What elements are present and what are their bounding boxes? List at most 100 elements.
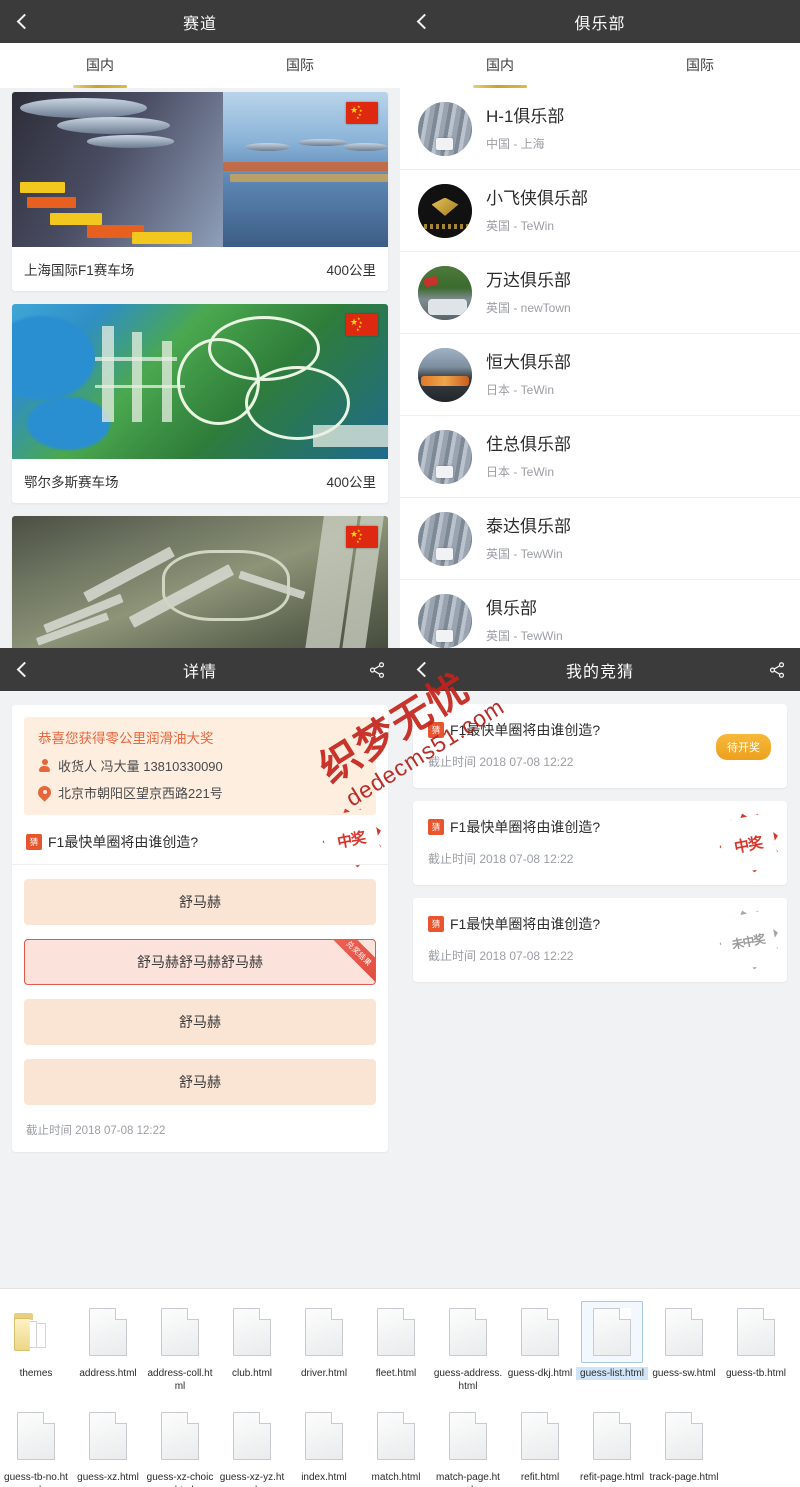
- deadline-text: 截止时间 2018 07-08 12:22: [26, 1125, 166, 1137]
- file-icon-wrap: [221, 1405, 283, 1467]
- file-icon-wrap: [5, 1405, 67, 1467]
- club-tabs: 国内 国际: [400, 43, 800, 88]
- file-item-match-page[interactable]: match-page.html: [432, 1399, 504, 1487]
- circuit-photo-aerial: [12, 516, 388, 648]
- club-navbar: 俱乐部: [400, 0, 800, 43]
- file-item-guess-address[interactable]: guess-address.html: [432, 1295, 504, 1393]
- file-item-guess-xz-choice[interactable]: guess-xz-choice.html: [144, 1399, 216, 1487]
- file-item-guess-list[interactable]: guess-list.html: [576, 1295, 648, 1393]
- document-icon: [449, 1308, 487, 1356]
- file-item-guess-xz[interactable]: guess-xz.html: [72, 1399, 144, 1487]
- track-card[interactable]: ★ ★ ★ ★ ★ 鄂尔多斯赛车场 400公里: [12, 304, 388, 503]
- lose-stamp: 未中奖: [717, 910, 779, 972]
- file-name: guess-xz-choice.html: [146, 1472, 214, 1487]
- option-button[interactable]: 舒马赫: [24, 999, 376, 1045]
- file-name: track-page.html: [649, 1472, 719, 1483]
- list-item[interactable]: 俱乐部 英国 - TewWin: [400, 580, 800, 648]
- track-card[interactable]: ★ ★ ★ ★ ★: [12, 516, 388, 648]
- detail-back-button[interactable]: [0, 648, 44, 691]
- file-item-refit[interactable]: refit.html: [504, 1399, 576, 1487]
- option-button[interactable]: 舒马赫: [24, 1059, 376, 1105]
- guess-back-button[interactable]: [400, 648, 444, 691]
- list-item[interactable]: 万达俱乐部 英国 - newTown: [400, 252, 800, 334]
- win-stamp-label: 中奖: [315, 803, 388, 876]
- option-label: 舒马赫: [179, 894, 221, 910]
- guess-card[interactable]: 猜 F1最快单圈将由谁创造? 截止时间 2018 07-08 12:22 未中奖: [413, 898, 787, 982]
- file-item-guess-dkj[interactable]: guess-dkj.html: [504, 1295, 576, 1393]
- guess-badge: 猜: [428, 819, 444, 835]
- prize-receiver: 收货人 冯大量 13810330090: [58, 759, 223, 774]
- tab-track-international[interactable]: 国际: [200, 43, 400, 88]
- guess-list[interactable]: 猜 F1最快单圈将由谁创造? 截止时间 2018 07-08 12:22 待开奖…: [400, 691, 800, 982]
- lose-stamp-label: 未中奖: [712, 905, 785, 978]
- document-icon: [665, 1412, 703, 1460]
- avatar: [418, 429, 472, 484]
- document-icon: [593, 1412, 631, 1460]
- document-icon: [305, 1308, 343, 1356]
- china-flag-icon: ★ ★ ★ ★ ★: [346, 102, 378, 124]
- option-button-selected[interactable]: 舒马赫舒马赫舒马赫 兑奖结果: [24, 939, 376, 985]
- tab-club-domestic[interactable]: 国内: [400, 43, 600, 88]
- tab-track-domestic[interactable]: 国内: [0, 43, 200, 88]
- file-item-guess-tb[interactable]: guess-tb.html: [720, 1295, 792, 1393]
- track-image: ★ ★ ★ ★ ★: [12, 92, 388, 247]
- file-item-address-coll[interactable]: address-coll.html: [144, 1295, 216, 1393]
- club-name: 恒大俱乐部: [486, 352, 571, 372]
- file-item-guess-xz-yz[interactable]: guess-xz-yz.html: [216, 1399, 288, 1487]
- document-icon: [161, 1412, 199, 1460]
- guess-page-title: 我的竞猜: [565, 663, 634, 681]
- tab-club-international[interactable]: 国际: [600, 43, 800, 88]
- file-item-club[interactable]: club.html: [216, 1295, 288, 1393]
- file-item-match[interactable]: match.html: [360, 1399, 432, 1487]
- file-icon-wrap: [293, 1405, 355, 1467]
- file-item-fleet[interactable]: fleet.html: [360, 1295, 432, 1393]
- file-item-guess-tb-no[interactable]: guess-tb-no.html: [0, 1399, 72, 1487]
- file-item-guess-sw[interactable]: guess-sw.html: [648, 1295, 720, 1393]
- file-icon-wrap: [437, 1405, 499, 1467]
- circuit-map-ordos: [12, 304, 388, 459]
- option-button[interactable]: 舒马赫: [24, 879, 376, 925]
- list-item[interactable]: 小飞侠俱乐部 英国 - TeWin: [400, 170, 800, 252]
- file-item-driver[interactable]: driver.html: [288, 1295, 360, 1393]
- track-navbar: 赛道: [0, 0, 400, 43]
- prize-receiver-row: 收货人 冯大量 13810330090: [38, 756, 362, 775]
- list-item[interactable]: H-1俱乐部 中国 - 上海: [400, 88, 800, 170]
- detail-share-button[interactable]: [354, 648, 400, 691]
- guess-card[interactable]: 猜 F1最快单圈将由谁创造? 截止时间 2018 07-08 12:22 中奖: [413, 801, 787, 885]
- track-tabs: 国内 国际: [0, 43, 400, 88]
- track-meta: 鄂尔多斯赛车场 400公里: [12, 459, 388, 503]
- guess-question: F1最快单圈将由谁创造?: [450, 819, 601, 835]
- club-back-button[interactable]: [400, 0, 444, 43]
- document-icon: [737, 1308, 775, 1356]
- file-name: driver.html: [300, 1368, 348, 1379]
- document-icon: [89, 1308, 127, 1356]
- track-card[interactable]: ★ ★ ★ ★ ★ 上海国际F1赛车场 400公里: [12, 92, 388, 291]
- guess-share-button[interactable]: [754, 648, 800, 691]
- document-icon: [233, 1412, 271, 1460]
- club-name: 万达俱乐部: [486, 270, 571, 290]
- prize-title: 恭喜您获得零公里润滑油大奖: [38, 731, 214, 746]
- file-name: guess-xz-yz.html: [219, 1472, 285, 1487]
- track-back-button[interactable]: [0, 0, 44, 43]
- avatar: [418, 265, 472, 320]
- club-list[interactable]: H-1俱乐部 中国 - 上海 小飞侠俱乐部 英国 - TeWin 万达俱乐部 英…: [400, 88, 800, 648]
- file-item-themes[interactable]: themes: [0, 1295, 72, 1393]
- file-item-index[interactable]: index.html: [288, 1399, 360, 1487]
- option-label: 舒马赫: [179, 1074, 221, 1090]
- document-icon: [449, 1412, 487, 1460]
- guess-question: F1最快单圈将由谁创造?: [450, 722, 601, 738]
- track-list[interactable]: ★ ★ ★ ★ ★ 上海国际F1赛车场 400公里 ★ ★ ★ ★ ★ 鄂尔多斯…: [0, 88, 400, 648]
- list-item[interactable]: 泰达俱乐部 英国 - TewWin: [400, 498, 800, 580]
- club-location: 英国 - TeWin: [486, 218, 555, 233]
- guess-card[interactable]: 猜 F1最快单圈将由谁创造? 截止时间 2018 07-08 12:22 待开奖: [413, 704, 787, 788]
- file-icon-wrap: [149, 1301, 211, 1363]
- file-item-track-page[interactable]: track-page.html: [648, 1399, 720, 1487]
- tab-track-international-label: 国际: [286, 56, 314, 73]
- document-icon: [521, 1412, 559, 1460]
- club-location: 英国 - TewWin: [486, 628, 563, 643]
- list-item[interactable]: 恒大俱乐部 日本 - TeWin: [400, 334, 800, 416]
- file-item-refit-page[interactable]: refit-page.html: [576, 1399, 648, 1487]
- list-item[interactable]: 住总俱乐部 日本 - TeWin: [400, 416, 800, 498]
- file-item-address[interactable]: address.html: [72, 1295, 144, 1393]
- guess-question: F1最快单圈将由谁创造?: [450, 916, 601, 932]
